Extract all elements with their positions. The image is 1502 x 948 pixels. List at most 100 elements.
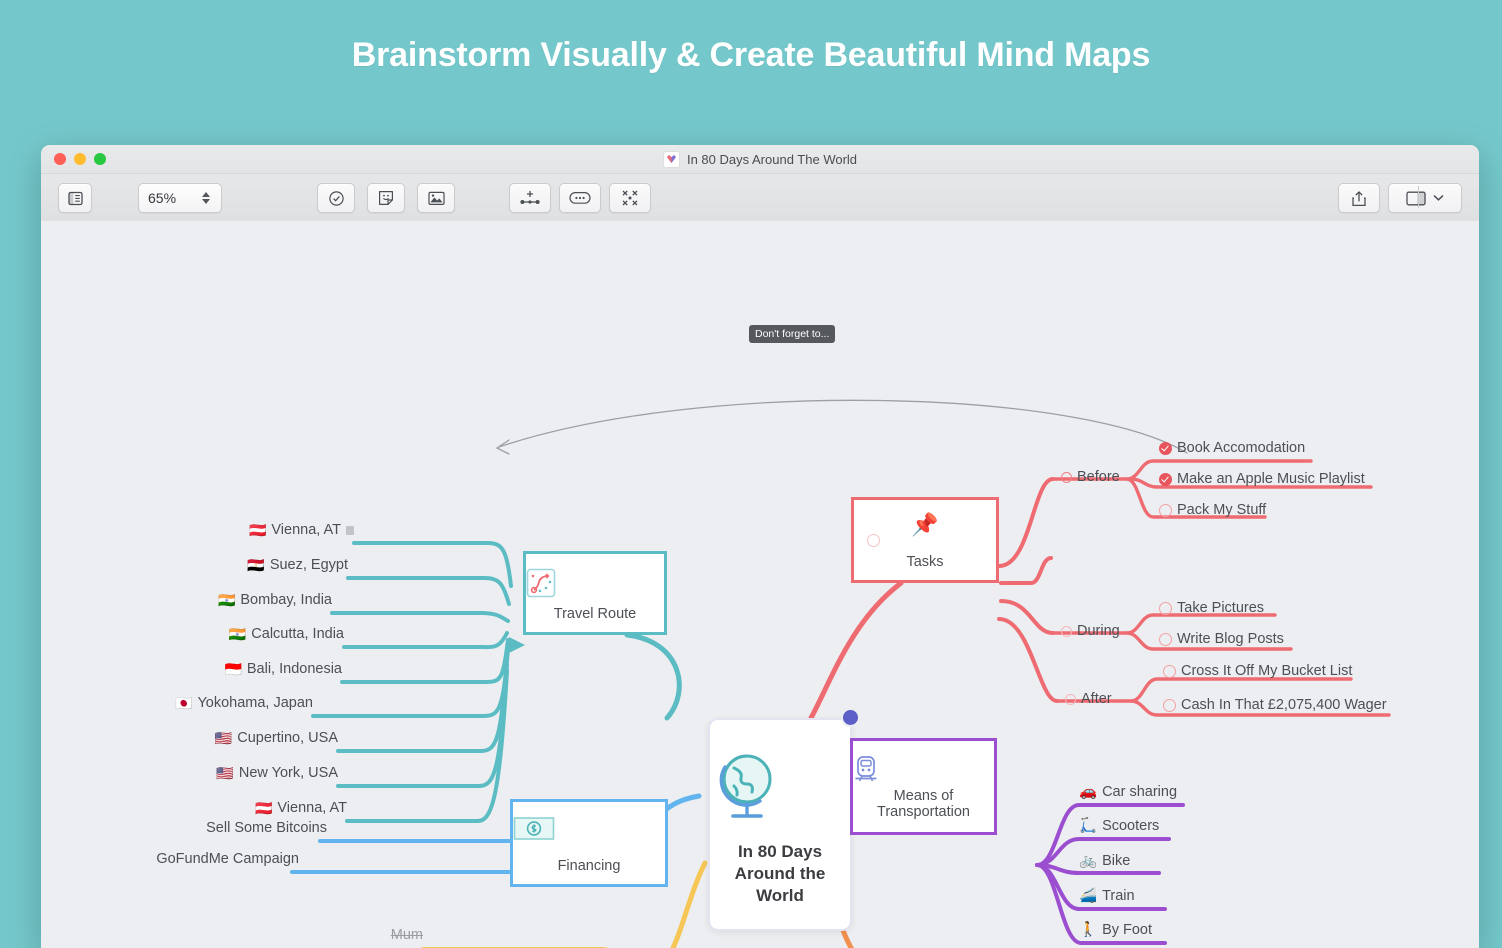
branch-node-travel-route[interactable]: Travel Route — [523, 551, 667, 635]
group-progress-icon — [1065, 693, 1076, 705]
toolbar: 65% — [41, 174, 1479, 222]
task-cash-in-wager[interactable]: Cash In That £2,075,400 Wager — [1163, 698, 1387, 713]
car-icon: 🚗 — [1079, 784, 1098, 800]
branch-label-line1: Means of — [893, 787, 954, 804]
walking-icon: 🚶 — [1079, 922, 1098, 938]
flag-us-icon: 🇺🇸 — [214, 730, 233, 747]
leaf-label: Car sharing — [1102, 784, 1178, 800]
chevron-down-icon — [1432, 189, 1445, 207]
task-book-accomodation[interactable]: Book Accomodation — [1159, 441, 1305, 456]
node-handle[interactable] — [843, 710, 858, 725]
task-label: Pack My Stuff — [1177, 502, 1267, 518]
leaf-bali[interactable]: 🇮🇩 Bali, Indonesia — [142, 662, 342, 677]
relationship-label[interactable]: Don't forget to... — [749, 325, 836, 343]
task-label: Take Pictures — [1177, 600, 1265, 616]
leaf-label: Calcutta, India — [251, 626, 344, 642]
focus-button[interactable] — [609, 183, 651, 213]
sidebar-toggle-button[interactable] — [58, 183, 92, 213]
leaf-label: By Foot — [1102, 922, 1153, 938]
zoom-field[interactable]: 65% — [138, 183, 222, 213]
mindmap-canvas[interactable]: Don't forget to... In 80 Days Around the… — [41, 221, 1479, 948]
leaf-calcutta[interactable]: 🇮🇳 Calcutta, India — [144, 627, 344, 642]
share-button[interactable] — [1338, 183, 1380, 213]
leaf-label: Yokohama, Japan — [197, 695, 313, 711]
bike-icon: 🚲 — [1079, 853, 1098, 869]
task-bucket-list[interactable]: Cross It Off My Bucket List — [1163, 664, 1352, 679]
leaf-label: Vienna, AT — [271, 522, 341, 538]
flag-in-icon: 🇮🇳 — [217, 592, 236, 609]
leaf-by-foot[interactable]: 🚶 By Foot — [1079, 923, 1152, 938]
branch-node-transportation[interactable]: Means of Transportation — [850, 738, 997, 835]
sticker-button[interactable] — [367, 183, 405, 213]
leaf-scooters[interactable]: 🛴 Scooters — [1079, 819, 1159, 834]
leaf-suez[interactable]: 🇪🇬 Suez, Egypt — [148, 558, 348, 573]
central-title-line3: World — [756, 885, 804, 905]
leaf-label: Suez, Egypt — [269, 557, 348, 573]
page-title: Brainstorm Visually & Create Beautiful M… — [351, 36, 1151, 74]
branch-label-financing: Financing — [557, 858, 621, 875]
task-check-button[interactable] — [317, 183, 355, 213]
zoom-stepper[interactable] — [195, 192, 221, 204]
comment-button[interactable] — [559, 183, 601, 213]
train-emoji-icon: 🚄 — [1079, 888, 1098, 904]
zoom-stepper-up-icon — [202, 192, 210, 197]
checkbox-open-icon[interactable] — [1159, 601, 1172, 615]
leaf-vienna-1[interactable]: 🇦🇹 Vienna, AT — [154, 523, 354, 538]
leaf-train[interactable]: 🚄 Train — [1079, 889, 1135, 904]
inspector-button[interactable] — [1388, 183, 1462, 213]
leaf-sell-bitcoins[interactable]: Sell Some Bitcoins — [127, 821, 327, 836]
task-pack-my-stuff[interactable]: Pack My Stuff — [1159, 503, 1266, 518]
task-group-after[interactable]: After — [1065, 692, 1112, 707]
branch-node-tasks[interactable]: 📌 Tasks — [851, 497, 999, 583]
leaf-label: Sell Some Bitcoins — [206, 820, 327, 836]
group-label: During — [1077, 623, 1120, 639]
task-group-before[interactable]: Before — [1061, 470, 1120, 485]
central-node[interactable]: In 80 Days Around the World — [708, 718, 852, 931]
leaf-mum[interactable]: Mum — [227, 928, 423, 943]
checkbox-checked-icon[interactable] — [1159, 472, 1172, 486]
leaf-bombay[interactable]: 🇮🇳 Bombay, India — [132, 593, 332, 608]
window-titlebar: In 80 Days Around The World — [41, 145, 1479, 174]
leaf-label: Bombay, India — [240, 592, 332, 608]
leaf-bike[interactable]: 🚲 Bike — [1079, 854, 1130, 869]
central-title-line1: In 80 Days — [737, 841, 823, 861]
checkbox-open-icon[interactable] — [1159, 503, 1172, 517]
group-label: After — [1081, 691, 1112, 707]
add-node-button[interactable] — [509, 183, 551, 213]
task-group-during[interactable]: During — [1061, 624, 1120, 639]
task-label: Cross It Off My Bucket List — [1181, 663, 1353, 679]
leaf-vienna-2[interactable]: 🇦🇹 Vienna, AT — [147, 801, 347, 816]
leaf-yokohama[interactable]: 🇯🇵 Yokohama, Japan — [113, 696, 313, 711]
task-apple-music-playlist[interactable]: Make an Apple Music Playlist — [1159, 472, 1365, 487]
checkbox-checked-icon[interactable] — [1159, 441, 1172, 455]
branch-label-transportation: Means of Transportation — [877, 788, 970, 821]
checkbox-open-icon[interactable] — [1163, 698, 1176, 712]
branch-label-line2: Transportation — [877, 804, 970, 821]
image-button[interactable] — [417, 183, 455, 213]
flag-us-icon: 🇺🇸 — [216, 765, 234, 782]
task-label: Cash In That £2,075,400 Wager — [1181, 697, 1387, 713]
leaf-label: Bike — [1102, 853, 1131, 869]
leaf-cupertino[interactable]: 🇺🇸 Cupertino, USA — [138, 731, 338, 746]
task-take-pictures[interactable]: Take Pictures — [1159, 601, 1264, 616]
flag-at-icon: 🇦🇹 — [254, 800, 273, 817]
leaf-label: Train — [1102, 888, 1135, 904]
zoom-value: 65% — [148, 190, 177, 206]
app-window: In 80 Days Around The World 65% Don't fo… — [41, 145, 1479, 948]
leaf-new-york[interactable]: 🇺🇸 New York, USA — [138, 766, 338, 781]
flag-jp-icon: 🇯🇵 — [175, 695, 193, 712]
checkbox-open-icon[interactable] — [1159, 632, 1172, 646]
task-write-blog-posts[interactable]: Write Blog Posts — [1159, 632, 1284, 647]
task-label: Make an Apple Music Playlist — [1177, 471, 1365, 487]
checkbox-open-icon[interactable] — [1163, 664, 1176, 678]
leaf-gofundme[interactable]: GoFundMe Campaign — [99, 852, 299, 867]
group-label: Before — [1077, 469, 1120, 485]
zoom-stepper-down-icon — [202, 199, 210, 204]
leaf-label: Bali, Indonesia — [246, 661, 342, 677]
task-label: Book Accomodation — [1177, 440, 1306, 456]
branch-node-financing[interactable]: Financing — [510, 799, 668, 887]
task-label: Write Blog Posts — [1177, 631, 1284, 647]
central-title-line2: Around the — [734, 863, 826, 883]
window-title-group: In 80 Days Around The World — [41, 145, 1479, 173]
leaf-car-sharing[interactable]: 🚗 Car sharing — [1079, 785, 1177, 800]
